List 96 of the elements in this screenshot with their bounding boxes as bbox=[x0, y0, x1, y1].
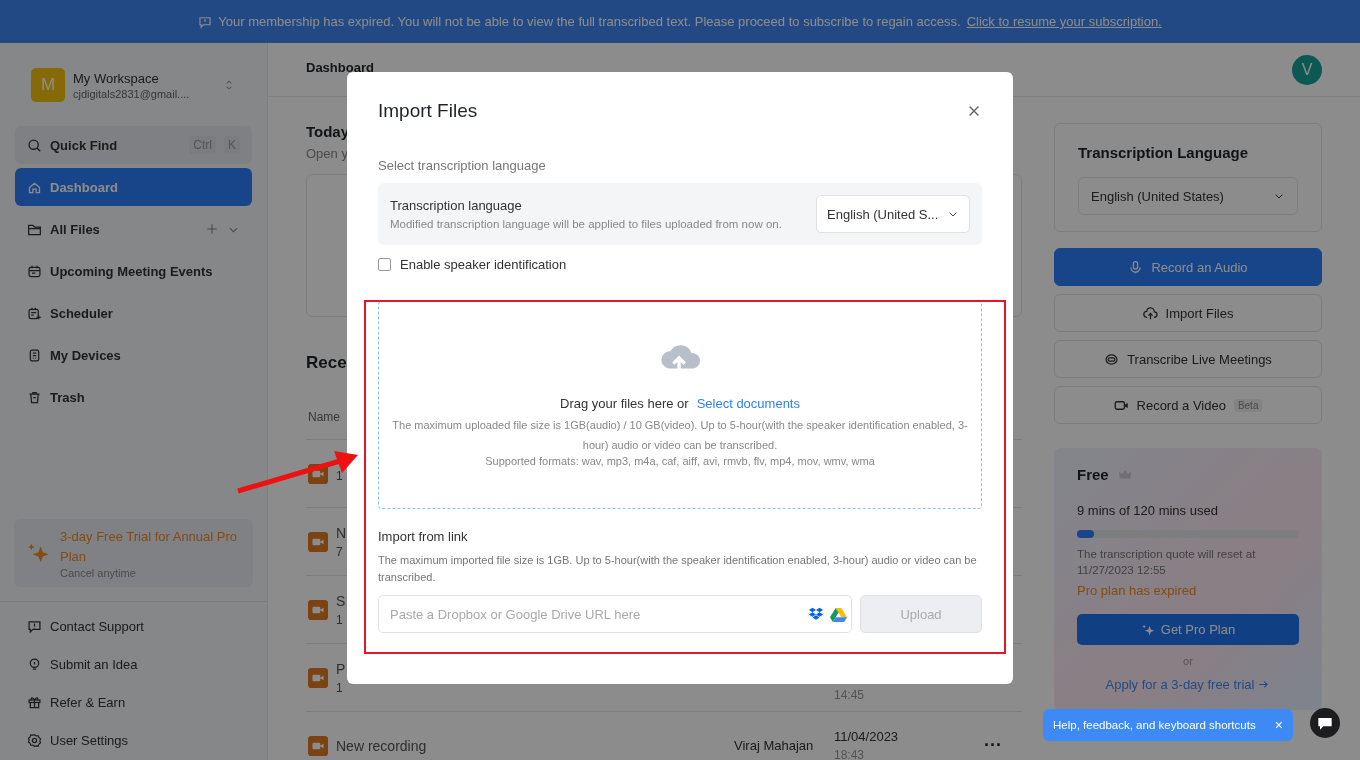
plan-status: Pro plan has expired bbox=[1077, 583, 1198, 598]
calendar-icon bbox=[27, 263, 42, 279]
column-header: Name bbox=[308, 409, 340, 424]
recording-name[interactable]: P bbox=[336, 660, 346, 677]
dropbox-icon bbox=[808, 606, 824, 622]
recording-duration: 1 bbox=[336, 612, 344, 627]
checkbox-label: Enable speaker identification bbox=[400, 257, 567, 272]
section-label: Select transcription language bbox=[378, 158, 547, 173]
nav-label: Scheduler bbox=[50, 305, 114, 321]
dialog-title: Import Files bbox=[378, 100, 478, 122]
beta-badge: Beta bbox=[1233, 398, 1263, 412]
drop-prompt: Drag your files here or bbox=[560, 396, 689, 411]
usage-text: 9 mins of 120 mins used bbox=[1077, 503, 1219, 518]
section-label: Import from link bbox=[378, 529, 469, 544]
workspace-name: My Workspace bbox=[73, 70, 160, 86]
setting-title: Transcription language bbox=[390, 198, 523, 213]
get-pro-button[interactable]: Get Pro Plan bbox=[1077, 614, 1299, 645]
help-text: Help, feedback, and keyboard shortcuts bbox=[1053, 719, 1256, 731]
help-bubble[interactable]: Help, feedback, and keyboard shortcuts × bbox=[1043, 709, 1293, 741]
footer-link[interactable]: User Settings bbox=[27, 730, 240, 750]
trial-title: 3-day Free Trial for Annual Pro Plan bbox=[60, 528, 239, 566]
formats-note: Supported formats: wav, mp3, m4a, caf, aiff, avi, rmvb, flv, mp4, mov, wmv, wma bbox=[485, 455, 875, 467]
footer-label: Refer & Earn bbox=[50, 694, 126, 710]
card-title: Transcription Language bbox=[1078, 144, 1250, 161]
recording-icon bbox=[308, 531, 328, 552]
time-text: 18:43 bbox=[834, 748, 866, 760]
footer-link[interactable]: Contact Support bbox=[27, 616, 240, 636]
footer-link[interactable]: Submit an Idea bbox=[27, 654, 240, 674]
link-note: The maximum imported file size is 1GB. Up to 5-hour(with the speaker identification enabled, 3-hour) audio or video can be transcribed. bbox=[378, 553, 978, 585]
user-avatar[interactable]: V bbox=[1292, 54, 1322, 85]
recording-name[interactable]: New recording bbox=[336, 737, 427, 754]
footer-link[interactable]: Refer & Earn bbox=[27, 692, 240, 712]
add-icon bbox=[205, 222, 219, 236]
trash-icon bbox=[27, 389, 42, 405]
drive-icon bbox=[830, 606, 847, 623]
nav-label: All Files bbox=[50, 221, 101, 237]
nav-item[interactable]: All Files bbox=[15, 210, 252, 248]
recording-duration: 1 bbox=[336, 468, 343, 483]
owner-name: Viraj Mahajan bbox=[734, 738, 814, 753]
home-icon bbox=[27, 179, 42, 195]
nav-label: Dashboard bbox=[50, 179, 119, 195]
microphone-icon bbox=[1128, 259, 1144, 275]
nav-item[interactable]: Scheduler bbox=[15, 294, 252, 332]
workspace-email: cjdigitals2831@gmail.... bbox=[73, 87, 191, 100]
select-documents-link[interactable]: Select documents bbox=[696, 396, 800, 411]
arrow-right-icon bbox=[1257, 678, 1271, 691]
gift-icon bbox=[27, 694, 42, 710]
setting-description: Modified transcription language will be applied to files uploaded from now on. bbox=[390, 218, 782, 230]
meeting-icon bbox=[1104, 351, 1120, 367]
subscription-link[interactable]: Click to resume your subscription. bbox=[966, 14, 1162, 29]
close-button[interactable]: × bbox=[1274, 717, 1283, 733]
footer-label: Submit an Idea bbox=[50, 656, 138, 672]
device-icon bbox=[27, 347, 42, 363]
footer-label: User Settings bbox=[50, 732, 129, 748]
settings-icon bbox=[27, 732, 42, 748]
plan-name: Free bbox=[1077, 466, 1109, 483]
size-limit-note: The maximum uploaded file size is 1GB(audio) / 10 GB(video). Up to 5-hour(with the speaker identification enabled, 3-hour) audio or video can be transcribed. bbox=[391, 418, 969, 453]
recording-duration: 7 bbox=[336, 544, 344, 559]
action-button[interactable]: Record a Video Beta bbox=[1054, 386, 1322, 424]
action-button[interactable]: Transcribe Live Meetings bbox=[1054, 340, 1322, 378]
recording-duration: 1 bbox=[336, 680, 344, 695]
section-title: Rece bbox=[306, 353, 348, 373]
search-icon bbox=[27, 137, 42, 153]
page-title: Dashboard bbox=[306, 60, 374, 75]
nav-label: Upcoming Meeting Events bbox=[50, 263, 214, 279]
cloud-upload-icon bbox=[1142, 305, 1158, 321]
recording-icon bbox=[308, 735, 328, 756]
sparkle-icon bbox=[26, 541, 50, 565]
nav-item[interactable]: Trash bbox=[15, 378, 252, 416]
language-select[interactable]: English (United States) bbox=[1078, 177, 1298, 215]
footer-label: Contact Support bbox=[50, 618, 144, 634]
recording-name[interactable]: S bbox=[336, 592, 346, 609]
calendar-plus-icon bbox=[27, 305, 42, 321]
quick-find-label: Quick Find bbox=[50, 137, 119, 153]
recording-icon bbox=[308, 667, 328, 688]
date-text: 11/04/2023 bbox=[834, 729, 900, 744]
nav-item[interactable]: My Devices bbox=[15, 336, 252, 374]
nav-label: My Devices bbox=[50, 347, 122, 363]
action-button[interactable]: Record an Audio bbox=[1054, 248, 1322, 286]
lightbulb-icon bbox=[27, 656, 42, 672]
banner-message: Your membership has expired. You will not be able to view the full transcribed text. Please proceed to subscribe to regain access. bbox=[218, 14, 961, 29]
nav-label: Trash bbox=[50, 389, 86, 405]
section-title: Today bbox=[306, 123, 351, 140]
nav-item[interactable]: Upcoming Meeting Events bbox=[15, 252, 252, 290]
chat-icon bbox=[1310, 708, 1340, 738]
reset-note: The transcription quote will reset at 11/27/2023 12:55 bbox=[1077, 547, 1257, 578]
recording-name[interactable]: N bbox=[336, 524, 347, 541]
checkbox[interactable] bbox=[378, 258, 391, 271]
time-text: 14:45 bbox=[834, 688, 866, 702]
language-select[interactable]: English (United S... bbox=[816, 195, 970, 233]
recording-icon bbox=[308, 599, 328, 620]
more-button[interactable]: ··· bbox=[984, 735, 1002, 755]
action-button[interactable]: Import Files bbox=[1054, 294, 1322, 332]
trial-link[interactable]: Apply for a 3-day free trial bbox=[1077, 677, 1299, 692]
nav-item[interactable]: Dashboard bbox=[15, 168, 252, 206]
message-alert-icon bbox=[27, 618, 42, 634]
